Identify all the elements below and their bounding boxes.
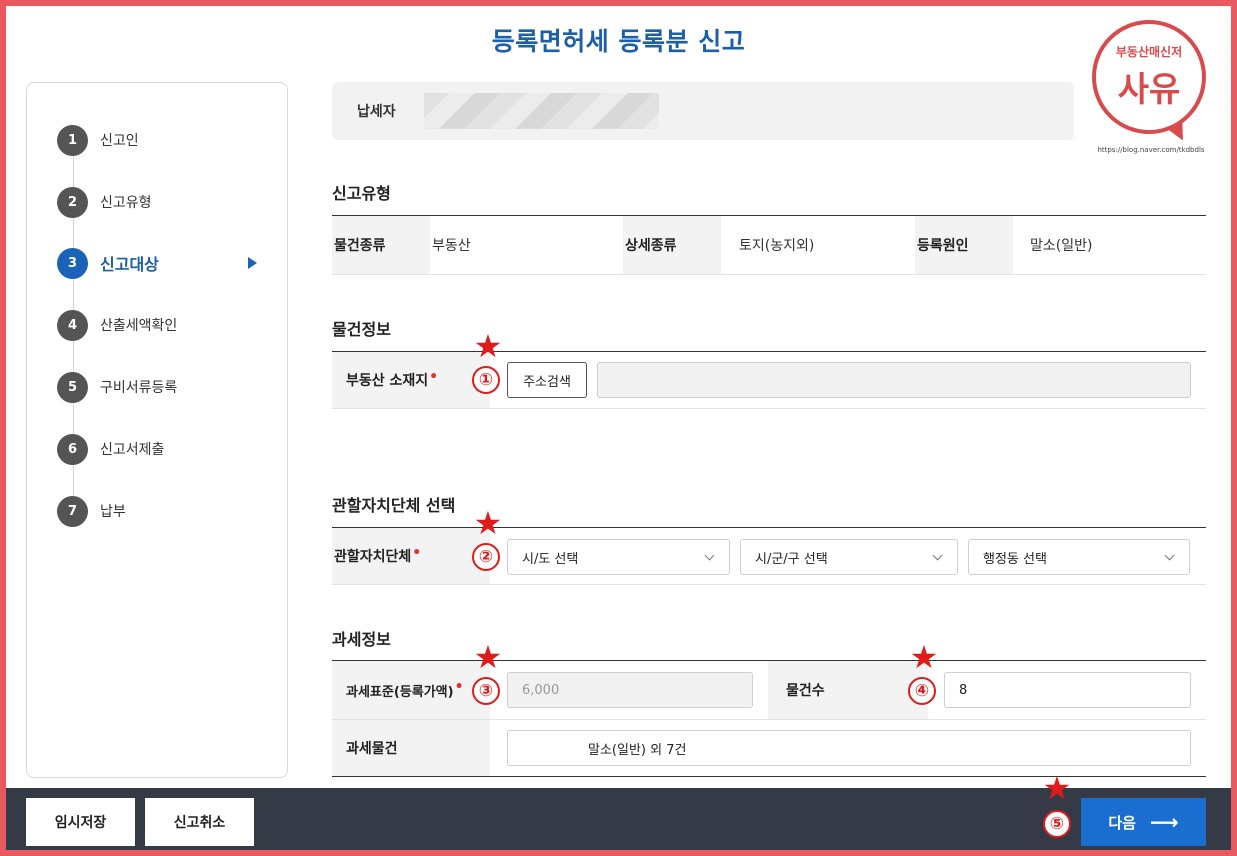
annotation-star-icon: ★ <box>473 504 503 542</box>
jurisdiction-label: 관할자치단체 <box>334 549 412 565</box>
step-label: 납부 <box>100 504 126 520</box>
tax-info-bottom-rule <box>332 776 1206 777</box>
dong-select-value: 행정동 선택 <box>983 551 1047 567</box>
logo-speech-tail <box>1165 121 1189 145</box>
step-item-3[interactable]: 3 신고대상 <box>57 247 267 279</box>
logo-url: https://blog.naver.com/tkdbdls <box>1097 146 1205 154</box>
step-label: 구비서류등록 <box>100 380 178 396</box>
page-title: 등록면허세 등록분 신고 <box>491 27 746 56</box>
step-number: 2 <box>57 186 88 218</box>
required-marker: • <box>412 545 422 561</box>
annotation-mark-5: ⑤ <box>1043 810 1071 838</box>
brand-logo: 부동산매신저 사유 <box>1092 20 1206 145</box>
step-label: 신고유형 <box>100 195 152 211</box>
required-marker: • <box>429 369 439 385</box>
sido-select[interactable]: 시/도 선택 <box>507 539 730 575</box>
property-info-bottom-rule <box>332 408 1206 409</box>
property-info-title: 물건정보 <box>332 320 391 339</box>
step-label: 신고대상 <box>100 255 159 274</box>
location-label: 부동산 소재지 <box>346 373 429 389</box>
report-type-bottom-rule <box>332 274 1206 275</box>
jurisdiction-label-cell: 관할자치단체 • <box>332 528 490 584</box>
item-count-field[interactable]: 8 <box>944 672 1191 708</box>
sido-select-value: 시/도 선택 <box>522 551 579 567</box>
annotation-star-icon: ★ <box>1042 769 1072 807</box>
item-kind-value: 부동산 <box>432 238 471 254</box>
annotation-mark-1: ① <box>472 366 500 394</box>
temp-save-button[interactable]: 임시저장 <box>26 798 135 846</box>
annotation-mark-2: ② <box>472 543 500 571</box>
annotation-star-icon: ★ <box>909 638 939 676</box>
step-number: 6 <box>57 433 88 465</box>
next-button-label: 다음 <box>1108 813 1136 832</box>
tax-base-label: 과세표준(등록가액) <box>346 684 454 700</box>
taxpayer-label: 납세자 <box>357 104 396 120</box>
detail-kind-value: 토지(농지외) <box>739 238 815 254</box>
taxpayer-name-redacted <box>423 93 659 129</box>
step-label: 신고인 <box>100 133 139 149</box>
tax-info-title: 과세정보 <box>332 630 391 649</box>
detail-kind-label: 상세종류 <box>623 216 721 274</box>
required-marker: • <box>454 679 464 695</box>
step-item-1[interactable]: 1 신고인 <box>57 124 267 156</box>
annotation-mark-3: ③ <box>472 677 500 705</box>
report-type-title: 신고유형 <box>332 184 391 203</box>
chevron-down-icon <box>1164 550 1175 561</box>
reg-cause-value: 말소(일반) <box>1030 238 1093 254</box>
step-item-2[interactable]: 2 신고유형 <box>57 186 267 218</box>
step-number: 5 <box>57 371 88 403</box>
cancel-report-button[interactable]: 신고취소 <box>145 798 254 846</box>
tax-item-label: 과세물건 <box>332 720 490 776</box>
step-number: 3 <box>57 247 88 279</box>
sigungu-select[interactable]: 시/군/구 선택 <box>740 539 958 575</box>
jurisdiction-title: 관할자치단체 선택 <box>332 496 456 515</box>
annotation-mark-4: ④ <box>908 677 936 705</box>
tax-item-field[interactable]: 말소(일반) 외 7건 <box>507 730 1191 766</box>
address-search-button[interactable]: 주소검색 <box>507 362 587 398</box>
step-item-7[interactable]: 7 납부 <box>57 495 267 527</box>
tax-base-field[interactable]: 6,000 <box>507 672 753 708</box>
reg-cause-label: 등록원인 <box>915 216 1013 274</box>
tax-base-label-cell: 과세표준(등록가액) • <box>332 661 490 719</box>
chevron-down-icon <box>704 550 715 561</box>
step-label: 신고서제출 <box>100 442 165 458</box>
annotation-star-icon: ★ <box>473 327 503 365</box>
item-kind-label: 물건종류 <box>332 216 430 274</box>
step-label: 산출세액확인 <box>100 318 178 334</box>
step-number: 7 <box>57 495 88 527</box>
next-button[interactable]: 다음 ⟶ <box>1081 798 1206 846</box>
logo-top-text: 부동산매신저 <box>1115 45 1183 59</box>
step-sidebar: 1 신고인 2 신고유형 3 신고대상 4 산출세액확인 5 구비서류등록 6 … <box>26 82 288 778</box>
active-step-arrow-icon <box>248 257 257 269</box>
step-item-4[interactable]: 4 산출세액확인 <box>57 309 267 341</box>
jurisdiction-bottom-rule <box>332 584 1206 585</box>
logo-main-text: 사유 <box>1117 70 1181 110</box>
chevron-down-icon <box>932 550 943 561</box>
arrow-right-icon: ⟶ <box>1149 810 1179 834</box>
taxpayer-box: 납세자 <box>332 82 1074 140</box>
dong-select[interactable]: 행정동 선택 <box>968 539 1190 575</box>
item-count-label: 물건수 <box>768 661 928 719</box>
annotation-star-icon: ★ <box>473 638 503 676</box>
location-label-cell: 부동산 소재지 • <box>332 352 490 408</box>
step-item-6[interactable]: 6 신고서제출 <box>57 433 267 465</box>
step-number: 1 <box>57 124 88 156</box>
step-item-5[interactable]: 5 구비서류등록 <box>57 371 267 403</box>
sigungu-select-value: 시/군/구 선택 <box>755 551 828 567</box>
step-number: 4 <box>57 309 88 341</box>
address-field[interactable] <box>597 362 1191 398</box>
